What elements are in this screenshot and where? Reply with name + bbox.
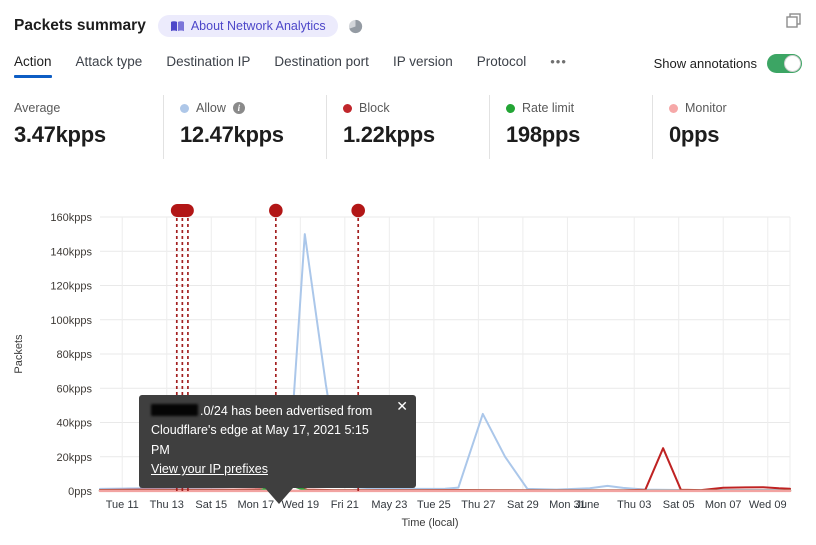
x-tick-label: Fri 21: [331, 499, 359, 511]
toggle-knob: [784, 54, 801, 72]
stat-value: 3.47kpps: [14, 122, 106, 147]
stat-value: 0pps: [669, 122, 720, 147]
stat-allow: Allow i 12.47kpps: [163, 95, 326, 159]
x-tick-label: Sat 15: [195, 499, 227, 511]
tooltip-line-2: Cloudflare's edge at May 17, 2021 5:15 P…: [151, 423, 369, 457]
x-tick-label: Thu 13: [150, 499, 184, 511]
x-tick-label: Sat 29: [507, 499, 539, 511]
x-tick-label: May 23: [371, 499, 407, 511]
tab-destination-ip[interactable]: Destination IP: [166, 54, 250, 78]
tab-destination-port[interactable]: Destination port: [274, 54, 369, 78]
book-icon: [170, 20, 185, 33]
about-network-analytics-badge[interactable]: About Network Analytics: [157, 15, 338, 37]
x-tick-label: Thu 27: [461, 499, 495, 511]
tooltip-caret: [265, 487, 293, 504]
block-dot-icon: [343, 103, 352, 113]
show-annotations-control: Show annotations: [653, 53, 802, 79]
stat-rate-limit: Rate limit 198pps: [489, 95, 652, 159]
dimension-tabbar: Action Attack type Destination IP Destin…: [14, 50, 802, 82]
stat-value: 1.22kpps: [343, 122, 435, 147]
page-title: Packets summary: [14, 17, 146, 34]
restore-window-icon[interactable]: [785, 12, 802, 32]
annotation-marker-pill[interactable]: [170, 204, 194, 217]
x-tick-label: Tue 25: [417, 499, 451, 511]
x-tick-label: Wed 09: [749, 499, 787, 511]
chart-canvas[interactable]: 0pps 20kpps 40kpps 60kpps 80kpps 100kpps 120kp…: [0, 190, 816, 545]
y-tick-label: 140kpps: [50, 246, 92, 258]
show-annotations-label: Show annotations: [653, 55, 757, 71]
packets-time-series-chart: 0pps 20kpps 40kpps 60kpps 80kpps 100kpps 120kp…: [0, 190, 816, 545]
y-tick-label: 160kpps: [50, 212, 92, 224]
info-icon[interactable]: i: [232, 102, 245, 114]
y-tick-label: 60kpps: [57, 383, 93, 395]
more-tabs-icon[interactable]: •••: [550, 54, 567, 78]
tab-ip-version[interactable]: IP version: [393, 54, 453, 78]
stat-monitor: Monitor 0pps: [652, 95, 815, 159]
redacted-ip-prefix: [151, 404, 198, 416]
stat-label: Average: [14, 101, 61, 115]
stat-block: Block 1.22kpps: [326, 95, 489, 159]
x-tick-label: Sat 05: [663, 499, 695, 511]
packets-summary-panel: Packets summary About Network Analytics: [0, 0, 816, 545]
tab-attack-type[interactable]: Attack type: [76, 54, 143, 78]
stat-label: Monitor: [685, 101, 727, 115]
allow-dot-icon: [180, 103, 189, 113]
stat-label: Block: [359, 101, 390, 115]
view-ip-prefixes-link[interactable]: View your IP prefixes: [151, 462, 268, 476]
y-tick-label: 20kpps: [57, 452, 93, 464]
rate-limit-dot-icon: [506, 103, 515, 113]
tooltip-line-1: .0/24 has been advertised from: [151, 402, 390, 421]
tab-protocol[interactable]: Protocol: [477, 54, 527, 78]
x-tick-label: Thu 03: [617, 499, 651, 511]
y-tick-label: 0pps: [68, 486, 92, 498]
tab-action[interactable]: Action: [14, 54, 52, 78]
stat-value: 12.47kpps: [180, 122, 284, 147]
monitor-dot-icon: [669, 103, 678, 113]
annotation-marker-dot[interactable]: [351, 203, 365, 218]
show-annotations-toggle[interactable]: [767, 53, 802, 73]
stat-label: Allow: [196, 101, 226, 115]
stat-average: Average 3.47kpps: [0, 95, 163, 159]
y-tick-label: 80kpps: [57, 349, 93, 361]
y-tick-label: 40kpps: [57, 418, 93, 430]
panel-header: Packets summary About Network Analytics: [14, 10, 802, 42]
x-axis-title: Time (local): [401, 517, 458, 529]
x-tick-label: Tue 11: [106, 499, 139, 511]
annotation-tooltip: ✕ .0/24 has been advertised from Cloudfl…: [139, 395, 416, 504]
stat-value: 198pps: [506, 122, 581, 147]
x-tick-label: June: [576, 499, 600, 511]
pie-chart-icon[interactable]: [348, 19, 363, 34]
y-tick-label: 120kpps: [50, 281, 92, 293]
stats-row: Average 3.47kpps Allow i 12.47kpps Block…: [0, 95, 816, 159]
y-axis-title: Packets: [13, 334, 25, 374]
tooltip-close-icon[interactable]: ✕: [394, 397, 410, 415]
annotation-marker-dot[interactable]: [269, 203, 283, 218]
stat-label: Rate limit: [522, 101, 575, 115]
y-tick-label: 100kpps: [50, 315, 92, 327]
x-tick-label: Mon 07: [705, 499, 742, 511]
badge-label: About Network Analytics: [190, 19, 326, 33]
